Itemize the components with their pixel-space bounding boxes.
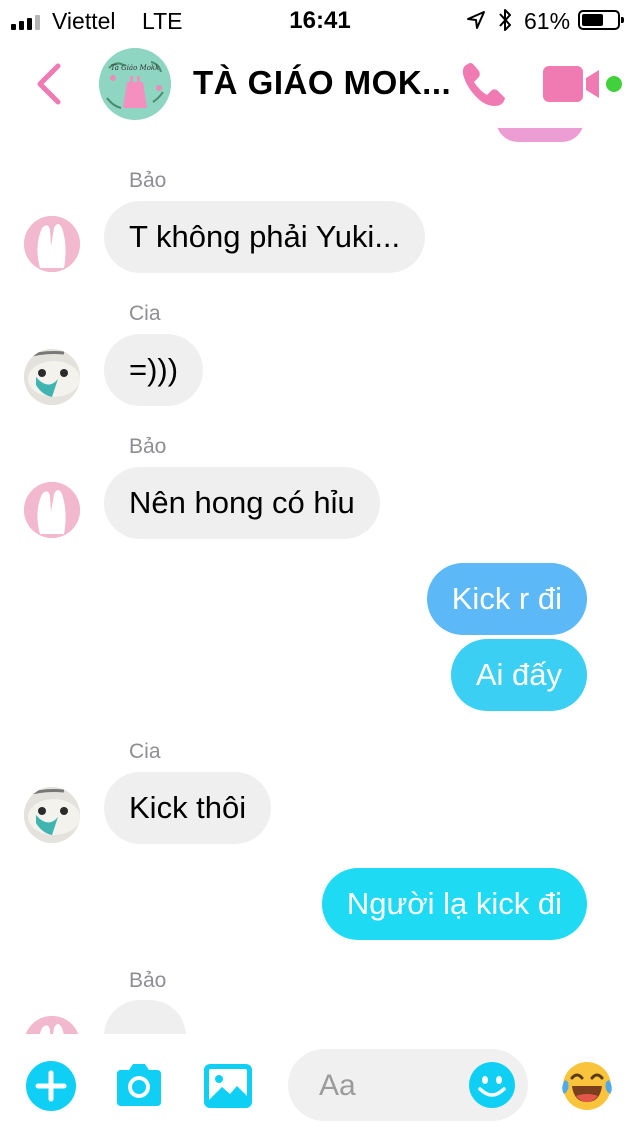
message-composer: Aa	[0, 1034, 640, 1136]
image-icon[interactable]	[202, 1060, 254, 1112]
battery-level-fill	[582, 14, 603, 26]
smiley-icon[interactable]	[468, 1061, 516, 1109]
message-sender-name: Bảo	[129, 969, 167, 992]
message-bubble-incoming[interactable]: =)))	[104, 334, 204, 406]
back-chevron-icon[interactable]	[28, 60, 72, 108]
message-bubble-outgoing[interactable]: Kick r đi	[426, 563, 587, 635]
cat-avatar-icon	[24, 787, 80, 843]
video-camera-icon[interactable]	[543, 64, 601, 104]
message-input-placeholder: Aa	[319, 1069, 356, 1102]
sender-avatar-cia[interactable]	[24, 787, 80, 843]
message-bubble-outgoing[interactable]: Người lạ kick đi	[321, 868, 587, 940]
bunny-avatar-icon	[24, 216, 80, 272]
message-bubble-incoming[interactable]: Kick thôi	[104, 772, 272, 844]
message-sender-name: Cia	[129, 740, 161, 763]
message-bubble-outgoing[interactable]: Ai đấy	[450, 639, 587, 711]
status-bar: Viettel LTE 16:41 61%	[0, 0, 640, 40]
svg-text:Tà Giáo Mokk: Tà Giáo Mokk	[111, 64, 160, 72]
message-sender-name: Bảo	[129, 169, 167, 192]
online-status-dot	[603, 73, 625, 95]
message-sender-name: Bảo	[129, 435, 167, 458]
location-arrow-icon	[467, 11, 485, 29]
messenger-conversation-screen: Viettel LTE 16:41 61% Tà Giáo Mokk TÀ GI…	[0, 0, 640, 1136]
message-sender-name: Cia	[129, 302, 161, 325]
cat-avatar-icon	[24, 349, 80, 405]
camera-icon[interactable]	[113, 1060, 165, 1112]
laughing-emoji-icon[interactable]	[560, 1058, 614, 1112]
message-bubble-incoming[interactable]: Nên hong có hỉu	[104, 467, 380, 539]
battery-percentage: 61%	[524, 8, 571, 34]
bluetooth-icon	[499, 9, 511, 31]
battery-icon	[578, 10, 624, 30]
sender-avatar-cia[interactable]	[24, 349, 80, 405]
phone-icon[interactable]	[458, 58, 510, 110]
group-avatar[interactable]: Tà Giáo Mokk	[99, 48, 171, 120]
bunny-avatar-icon	[24, 482, 80, 538]
sender-avatar-bao[interactable]	[24, 216, 80, 272]
sender-avatar-bao[interactable]	[24, 482, 80, 538]
plus-icon[interactable]	[25, 1060, 77, 1112]
message-bubble-incoming[interactable]: T không phải Yuki...	[104, 201, 426, 273]
conversation-header: Tà Giáo Mokk TÀ GIÁO MOK...	[0, 40, 640, 128]
message-input[interactable]: Aa	[288, 1049, 528, 1121]
conversation-title[interactable]: TÀ GIÁO MOK...	[193, 64, 451, 102]
group-avatar-image: Tà Giáo Mokk	[99, 48, 171, 120]
